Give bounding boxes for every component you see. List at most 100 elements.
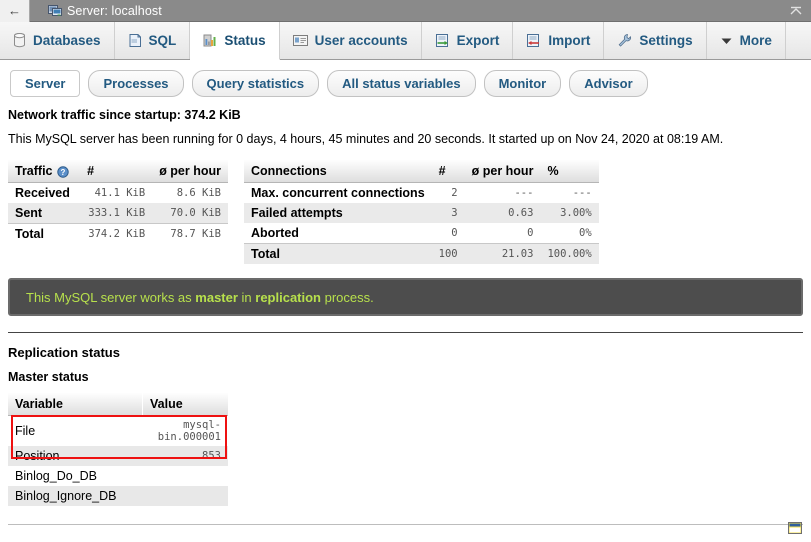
connections-header-count: #	[431, 160, 465, 183]
window-title: Server: localhost	[67, 3, 162, 18]
nav-tab-sql[interactable]: SQL	[114, 22, 191, 59]
row-count: 3	[451, 207, 458, 219]
row-value	[143, 486, 229, 506]
subnav-label: All status variables	[342, 76, 461, 91]
row-count: 0	[451, 227, 458, 239]
row-pct: 0%	[579, 227, 592, 239]
nav-tab-label: User accounts	[314, 33, 408, 48]
nav-tab-label: Settings	[639, 33, 693, 48]
row-label: Aborted	[251, 226, 299, 240]
nav-tab-status[interactable]: Status	[190, 22, 280, 60]
traffic-table: Traffic? # ø per hour Received 41.1 KiB …	[8, 160, 228, 244]
nav-tab-export[interactable]: Export	[421, 22, 514, 59]
nav-tab-import[interactable]: Import	[513, 22, 605, 59]
row-variable: Position	[15, 449, 60, 463]
row-label: Received	[15, 186, 70, 200]
window-titlebar: ← Server: localhost	[0, 0, 811, 22]
status-content: Network traffic since startup: 374.2 KiB…	[0, 108, 811, 264]
row-per-hour: 0	[527, 227, 534, 239]
table-row: Received 41.1 KiB 8.6 KiB	[8, 182, 228, 203]
master-header-value: Value	[142, 393, 228, 416]
table-header-row: Variable Value	[8, 393, 228, 416]
wrench-icon	[617, 33, 632, 48]
row-per-hour: 0.63	[508, 207, 534, 219]
master-status-title: Master status	[8, 370, 89, 384]
table-row: File mysql-bin.000001	[8, 415, 228, 446]
notice-bold-master: master	[195, 289, 238, 305]
table-row: Sent 333.1 KiB 70.0 KiB	[8, 203, 228, 224]
traffic-header-per-hour: ø per hour	[152, 160, 228, 183]
table-row: Aborted 0 0 0%	[244, 223, 599, 244]
nav-tab-more[interactable]: More	[706, 22, 786, 59]
subnav-tab-all-status-variables[interactable]: All status variables	[327, 70, 476, 97]
import-icon	[526, 33, 541, 48]
subnav-label: Advisor	[584, 76, 633, 91]
replication-status-title: Replication status	[8, 345, 120, 360]
connections-header-pct: %	[540, 160, 599, 183]
back-button[interactable]: ←	[0, 0, 30, 22]
stats-tables-row: Traffic? # ø per hour Received 41.1 KiB …	[8, 160, 803, 264]
row-value	[143, 466, 229, 486]
notice-middle: in	[237, 289, 256, 305]
nav-tab-settings[interactable]: Settings	[604, 22, 707, 59]
collapse-button[interactable]	[787, 2, 805, 20]
console-window-icon[interactable]	[788, 521, 804, 536]
row-label: Max. concurrent connections	[251, 186, 425, 200]
bar-chart-icon	[203, 33, 217, 48]
row-variable: Binlog_Do_DB	[15, 469, 97, 483]
subnav-tab-processes[interactable]: Processes	[88, 70, 184, 97]
replication-section: Replication status Master status Variabl…	[0, 345, 811, 506]
nav-tab-label: More	[739, 33, 772, 48]
nav-tab-databases[interactable]: Databases	[0, 22, 115, 59]
nav-tab-label: Export	[456, 33, 500, 48]
table-row-total: Total 100 21.03 100.00%	[244, 243, 599, 264]
traffic-header-count: #	[80, 160, 153, 183]
connections-table: Connections # ø per hour % Max. concurre…	[244, 160, 599, 264]
row-label: Total	[244, 243, 432, 264]
help-icon: ?	[56, 166, 69, 178]
status-subnavigation: Server Processes Query statistics All st…	[0, 60, 811, 105]
row-per-hour: 21.03	[464, 243, 541, 264]
database-icon	[13, 33, 26, 48]
row-label: Total	[8, 223, 81, 244]
nav-tab-label: SQL	[148, 33, 177, 48]
row-label: Sent	[15, 206, 43, 220]
notice-suffix: process.	[321, 289, 374, 305]
table-row-total: Total 374.2 KiB 78.7 KiB	[8, 223, 228, 244]
table-row: Failed attempts 3 0.63 3.00%	[244, 203, 599, 223]
row-count: 374.2 KiB	[80, 223, 153, 244]
row-pct: 3.00%	[560, 207, 592, 219]
notice-prefix: This MySQL server works as	[26, 289, 196, 305]
replication-notice-banner: This MySQL server works as master in rep…	[8, 278, 803, 316]
subnav-label: Server	[25, 76, 66, 91]
table-row: Position 853	[8, 446, 228, 466]
row-variable: Binlog_Ignore_DB	[15, 489, 117, 503]
subnav-label: Processes	[103, 76, 169, 91]
row-value: 853	[202, 450, 221, 462]
nav-tab-user-accounts[interactable]: User accounts	[279, 22, 422, 59]
master-header-variable: Variable	[8, 393, 143, 416]
back-arrow-icon: ←	[8, 3, 21, 18]
row-per-hour: 8.6 KiB	[176, 187, 221, 199]
sql-document-icon	[128, 33, 142, 48]
nav-tab-label: Databases	[33, 33, 101, 48]
table-header-row: Traffic? # ø per hour	[8, 160, 228, 183]
master-status-table-wrapper: Variable Value File mysql-bin.000001 Pos…	[8, 393, 228, 506]
row-per-hour: 70.0 KiB	[170, 207, 221, 219]
replication-notice-text: This MySQL server works as master in rep…	[26, 290, 374, 305]
chevron-down-icon	[720, 36, 733, 46]
server-uptime-text: This MySQL server has been running for 0…	[8, 132, 724, 146]
svg-text:?: ?	[60, 168, 65, 177]
subnav-tab-advisor[interactable]: Advisor	[569, 70, 648, 97]
subnav-label: Query statistics	[206, 76, 305, 91]
subnav-label: Monitor	[498, 76, 547, 91]
nav-tab-label: Status	[224, 33, 266, 48]
table-row: Binlog_Do_DB	[8, 466, 228, 486]
subnav-tab-server[interactable]: Server	[10, 70, 81, 97]
subnav-tab-monitor[interactable]: Monitor	[483, 70, 562, 97]
footer-divider	[8, 524, 803, 525]
subnav-tab-query-statistics[interactable]: Query statistics	[191, 70, 320, 97]
row-per-hour: ---	[514, 187, 534, 199]
table-header-row: Connections # ø per hour %	[244, 160, 599, 183]
section-divider	[8, 332, 803, 333]
